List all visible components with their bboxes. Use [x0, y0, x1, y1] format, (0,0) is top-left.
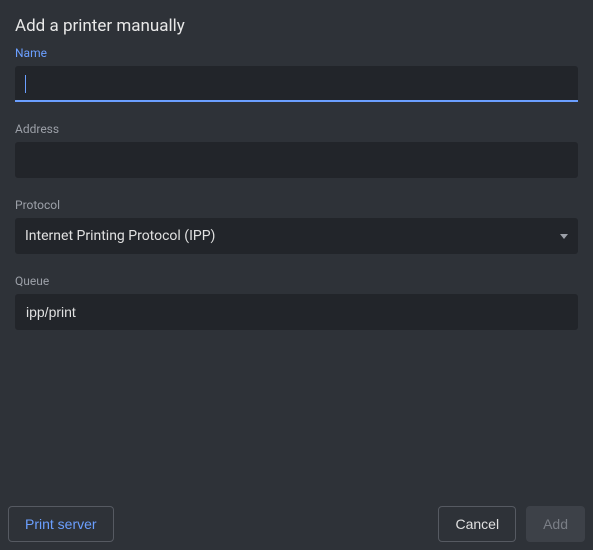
chevron-down-icon — [560, 234, 568, 239]
field-queue: Queue — [15, 274, 578, 330]
add-button[interactable]: Add — [526, 506, 585, 542]
protocol-select[interactable]: Internet Printing Protocol (IPP) — [15, 218, 578, 254]
name-input[interactable] — [15, 66, 578, 102]
protocol-selected-value: Internet Printing Protocol (IPP) — [25, 228, 560, 244]
print-server-button[interactable]: Print server — [8, 506, 114, 542]
name-label: Name — [15, 46, 578, 60]
button-bar: Print server Cancel Add — [8, 506, 585, 542]
text-cursor — [25, 75, 26, 93]
protocol-label: Protocol — [15, 198, 578, 212]
address-label: Address — [15, 122, 578, 136]
field-protocol: Protocol Internet Printing Protocol (IPP… — [15, 198, 578, 254]
queue-input[interactable] — [15, 294, 578, 330]
address-input[interactable] — [15, 142, 578, 178]
field-address: Address — [15, 122, 578, 178]
name-input-wrap — [15, 66, 578, 102]
form-area: Name Address Protocol Internet Printing … — [0, 46, 593, 330]
queue-label: Queue — [15, 274, 578, 288]
field-name: Name — [15, 46, 578, 102]
cancel-button[interactable]: Cancel — [438, 506, 516, 542]
dialog-title: Add a printer manually — [0, 0, 593, 46]
